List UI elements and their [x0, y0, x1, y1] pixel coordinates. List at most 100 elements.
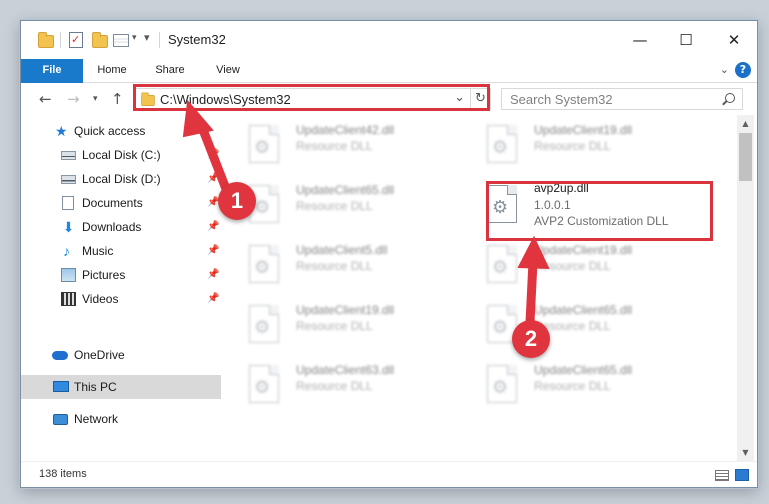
- address-path[interactable]: C:\Windows\System32: [160, 92, 291, 107]
- nav-item-quick-access[interactable]: ★ Quick access: [21, 119, 221, 143]
- details-view-icon[interactable]: [715, 470, 729, 481]
- file-name: UpdateClient65.dll: [534, 363, 633, 377]
- search-input[interactable]: Search System32: [501, 88, 743, 110]
- file-name: UpdateClient63.dll: [296, 363, 395, 377]
- new-folder-icon[interactable]: [92, 32, 108, 48]
- file-item[interactable]: UpdateClient19.dll Resource DLL: [461, 119, 689, 177]
- status-bar: 138 items: [21, 461, 757, 487]
- nav-item-onedrive[interactable]: OneDrive: [21, 343, 221, 367]
- file-type: Resource DLL: [296, 379, 373, 393]
- file-item[interactable]: UpdateClient42.dll Resource DLL: [223, 119, 451, 177]
- navigation-bar: ← → ▾ ↑ C:\Windows\System32 ⌄ ↻ Search S…: [21, 83, 757, 115]
- expand-ribbon-icon[interactable]: ⌄: [720, 63, 729, 76]
- step-1-badge: 1: [218, 182, 256, 220]
- file-type: Resource DLL: [534, 259, 611, 273]
- chevron-down-icon[interactable]: ⌄: [454, 90, 465, 105]
- up-arrow-icon[interactable]: ↑: [111, 89, 124, 109]
- nav-item-documents[interactable]: Documents 📌: [21, 191, 221, 215]
- file-name: UpdateClient19.dll: [296, 303, 395, 317]
- file-name: UpdateClient19.dll: [534, 123, 633, 137]
- nav-label: This PC: [74, 380, 117, 394]
- search-icon[interactable]: [725, 93, 735, 103]
- chevron-down-icon[interactable]: ▾: [132, 33, 137, 43]
- customize-toolbar-icon[interactable]: ▾: [144, 31, 150, 44]
- file-type: Resource DLL: [296, 319, 373, 333]
- title-bar: ▾ ▾ System32 — ☐ ✕: [21, 21, 757, 59]
- nav-label: Local Disk (C:): [82, 148, 161, 162]
- navigation-pane: ★ Quick access Local Disk (C:) 📌 Local D…: [21, 115, 223, 461]
- nav-label: Pictures: [82, 268, 126, 282]
- file-item[interactable]: UpdateClient65.dll Resource DLL: [223, 179, 451, 237]
- folder-icon: [38, 32, 54, 48]
- dll-file-icon: [487, 245, 517, 283]
- maximize-button[interactable]: ☐: [663, 21, 709, 59]
- nav-item-downloads[interactable]: ⬇ Downloads 📌: [21, 215, 221, 239]
- file-name: UpdateClient19.dll: [534, 243, 633, 257]
- minimize-button[interactable]: —: [617, 21, 663, 59]
- file-item[interactable]: UpdateClient65.dll Resource DLL: [461, 299, 689, 357]
- file-item-avp2up[interactable]: avp2up.dll 1.0.0.1 AVP2 Customization DL…: [487, 181, 727, 239]
- file-item[interactable]: UpdateClient19.dll Resource DLL: [461, 239, 689, 297]
- back-arrow-icon[interactable]: ←: [39, 89, 52, 109]
- vertical-scrollbar[interactable]: ▲ ▼: [737, 115, 754, 461]
- documents-icon: [62, 196, 74, 210]
- pin-icon[interactable]: 📌: [207, 167, 219, 191]
- file-type: Resource DLL: [296, 199, 373, 213]
- file-name: UpdateClient5.dll: [296, 243, 388, 257]
- scrollbar-thumb[interactable]: [739, 133, 752, 181]
- dll-file-icon: [249, 305, 279, 343]
- large-icons-view-icon[interactable]: [735, 469, 749, 481]
- refresh-icon[interactable]: ↻: [470, 89, 490, 109]
- pin-icon[interactable]: 📌: [207, 239, 219, 263]
- disk-icon: [61, 175, 76, 184]
- file-description: AVP2 Customization DLL: [534, 214, 669, 228]
- nav-label: Quick access: [74, 124, 146, 138]
- step-2-badge: 2: [512, 320, 550, 358]
- properties-check-icon[interactable]: [69, 32, 83, 48]
- window-title: System32: [168, 32, 226, 47]
- nav-item-local-disk-c[interactable]: Local Disk (C:) 📌: [21, 143, 221, 167]
- folder-icon: [141, 92, 155, 107]
- nav-item-music[interactable]: ♪ Music 📌: [21, 239, 221, 263]
- item-count: 138 items: [39, 468, 87, 480]
- recent-locations-icon[interactable]: ▾: [93, 89, 98, 109]
- nav-item-local-disk-d[interactable]: Local Disk (D:) 📌: [21, 167, 221, 191]
- pin-icon[interactable]: 📌: [207, 215, 219, 239]
- videos-icon: [61, 292, 76, 306]
- forward-arrow-icon[interactable]: →: [67, 89, 80, 109]
- close-button[interactable]: ✕: [711, 21, 757, 59]
- pin-icon[interactable]: 📌: [207, 287, 219, 311]
- help-icon[interactable]: ?: [735, 62, 751, 78]
- network-icon: [53, 414, 68, 425]
- pin-icon[interactable]: 📌: [207, 263, 219, 287]
- file-name: UpdateClient65.dll: [296, 183, 395, 197]
- star-icon: ★: [55, 123, 68, 139]
- tab-home[interactable]: Home: [87, 59, 137, 82]
- nav-item-this-pc[interactable]: This PC: [21, 375, 221, 399]
- file-name: UpdateClient42.dll: [296, 123, 395, 137]
- pin-icon[interactable]: 📌: [207, 143, 219, 167]
- search-placeholder: Search System32: [510, 92, 613, 107]
- file-item[interactable]: UpdateClient19.dll Resource DLL: [223, 299, 451, 357]
- nav-item-pictures[interactable]: Pictures 📌: [21, 263, 221, 287]
- file-type: Resource DLL: [534, 139, 611, 153]
- file-item[interactable]: UpdateClient65.dll Resource DLL: [461, 359, 689, 417]
- address-bar[interactable]: C:\Windows\System32 ⌄ ↻: [133, 88, 491, 110]
- scroll-down-icon[interactable]: ▼: [737, 444, 754, 461]
- file-explorer-window: ▾ ▾ System32 — ☐ ✕ File Home Share View …: [20, 20, 758, 488]
- file-type: Resource DLL: [534, 379, 611, 393]
- music-icon: ♪: [63, 243, 70, 259]
- pictures-icon: [61, 268, 76, 282]
- nav-item-videos[interactable]: Videos 📌: [21, 287, 221, 311]
- separator: [60, 32, 61, 48]
- quick-access-menu-icon[interactable]: [113, 34, 129, 47]
- tab-share[interactable]: Share: [145, 59, 195, 82]
- dll-file-icon: [487, 185, 517, 223]
- scroll-up-icon[interactable]: ▲: [737, 115, 754, 132]
- file-item[interactable]: UpdateClient63.dll Resource DLL: [223, 359, 451, 417]
- tab-view[interactable]: View: [203, 59, 253, 82]
- nav-label: Network: [74, 412, 119, 426]
- file-item[interactable]: UpdateClient5.dll Resource DLL: [223, 239, 451, 297]
- dll-file-icon: [487, 125, 517, 163]
- nav-item-network[interactable]: Network: [21, 407, 221, 431]
